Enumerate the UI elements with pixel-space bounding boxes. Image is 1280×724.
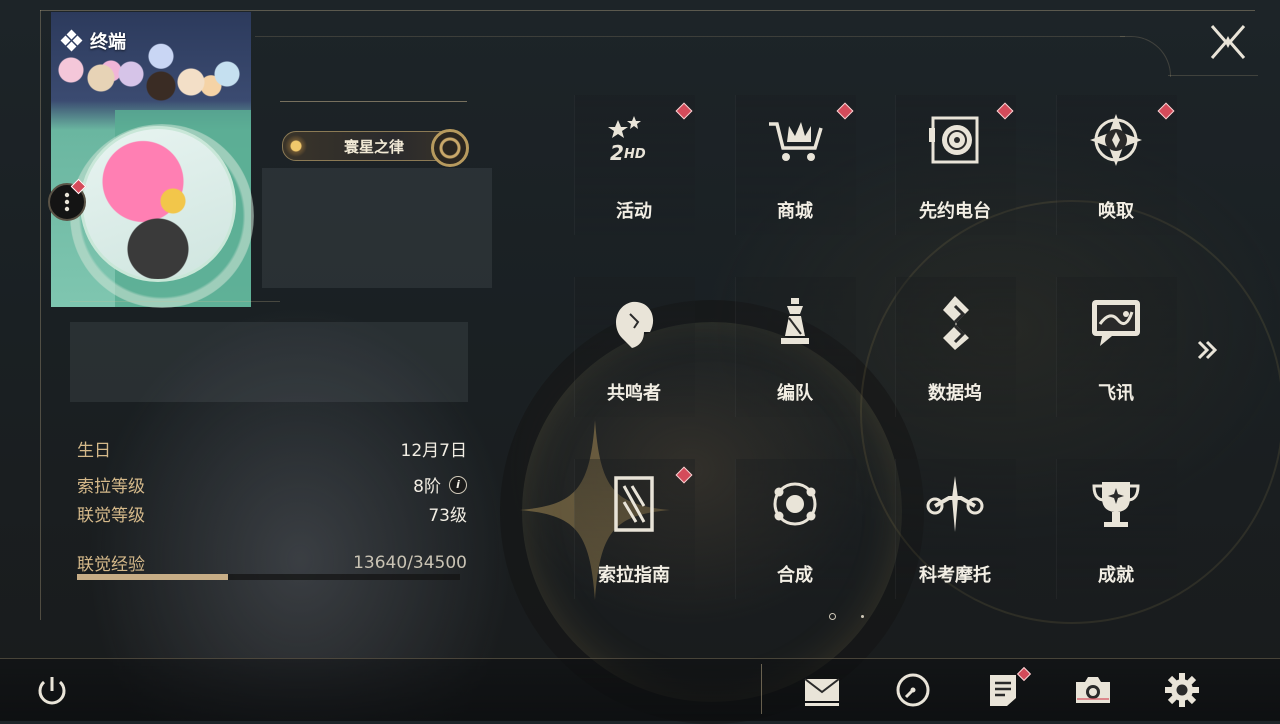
menu-tile-label: 商城 [777,201,813,222]
menu-tile-radio-record[interactable]: 先约电台 [895,95,1016,235]
terminal-diamonds-icon [60,29,83,52]
menu-tile-trophy[interactable]: 成就 [1056,459,1177,599]
blurred-name-panel [262,168,492,288]
radio-record-icon [925,110,985,170]
union-exp-fill [77,574,229,580]
menu-tile-resonator-portrait[interactable]: 共鸣者 [574,277,695,417]
menu-tile-convene-compass[interactable]: 唤取 [1056,95,1177,235]
data-dock-icon [925,292,985,352]
camera-icon[interactable] [1073,670,1113,710]
synthesis-orbit-icon [765,474,825,534]
frame-left-line [40,10,41,620]
trophy-icon [1086,474,1146,534]
sola-level-value-wrap: 8阶 i [413,472,467,497]
blurred-signature-panel [70,322,468,402]
menu-tile-shop-cart[interactable]: 商城 [735,95,856,235]
page-dot-1[interactable] [829,613,836,620]
sola-level-label: 索拉等级 [77,477,145,497]
menu-tile-label: 唤取 [1098,201,1134,222]
menu-tile-label: 先约电台 [919,201,991,222]
union-exp-bar [77,574,460,580]
shop-cart-icon [765,110,825,170]
menu-tile-label: 成就 [1098,565,1134,586]
bottom-separator [761,664,762,714]
terminal-title: 终端 [60,28,126,54]
team-chess-icon [765,292,825,352]
union-level-value: 73级 [428,506,467,526]
union-level-label: 联觉等级 [77,506,145,526]
title-divider [280,101,467,102]
title-badge[interactable]: 寰星之律 [282,129,469,167]
sola-level-value: 8阶 [413,477,441,497]
resonator-portrait-icon [604,292,664,352]
menu-tile-activity-2hd[interactable]: 2 HD 活动 [574,95,695,235]
svg-text:2: 2 [610,141,624,165]
birthday-label: 生日 [77,441,111,461]
menu-tile-chat-bubble[interactable]: 飞讯 [1056,277,1177,417]
chevron-double-right-icon[interactable] [1192,335,1222,365]
notes-icon[interactable] [983,670,1023,710]
menu-tile-label: 共鸣者 [607,383,661,404]
menu-tile-label: 索拉指南 [598,565,670,586]
motorbike-icon [925,474,985,534]
menu-tile-label: 数据坞 [928,383,982,404]
sun-icon [285,135,307,157]
card-separator [70,301,280,302]
page-dot-2[interactable] [861,615,864,618]
terminal-title-text: 终端 [90,32,126,53]
union-exp-value: 13640/34500 [353,552,467,573]
chat-bubble-icon [1086,292,1146,352]
avatar[interactable] [80,126,236,282]
birthday-value: 12月7日 [400,441,467,461]
close-icon[interactable] [1208,22,1248,62]
info-icon[interactable]: i [449,475,467,494]
guide-card-icon [604,474,664,534]
menu-tile-synthesis-orbit[interactable]: 合成 [735,459,856,599]
menu-tile-data-dock[interactable]: 数据坞 [895,277,1016,417]
union-exp-row: 联觉经验 13640/34500 [77,550,467,576]
frame-top-line [40,10,1255,11]
menu-tile-label: 飞讯 [1098,383,1134,404]
convene-compass-icon [1086,110,1146,170]
menu-tile-label: 编队 [777,383,813,404]
title-badge-label: 寰星之律 [343,137,404,156]
activity-2hd-icon: 2 HD [604,110,664,170]
frame-inner-line [255,36,1125,37]
sola-level-row: 索拉等级 8阶 i [77,472,467,497]
union-exp-label: 联觉经验 [77,555,145,575]
menu-tile-motorbike[interactable]: 科考摩托 [895,459,1016,599]
gear-icon[interactable] [1162,670,1202,710]
svg-text:HD: HD [624,147,646,162]
frame-corner [1120,36,1171,77]
menu-tile-team-chess[interactable]: 编队 [735,277,856,417]
power-icon[interactable] [32,671,72,711]
union-level-row: 联觉等级 73级 [77,501,467,526]
menu-tile-label: 科考摩托 [919,565,991,586]
birthday-row: 生日 12月7日 [77,436,467,461]
menu-tile-guide-card[interactable]: 索拉指南 [574,459,695,599]
frame-inner-line-right [1168,75,1258,76]
badge-emblem-icon [431,129,469,167]
menu-tile-label: 活动 [616,201,652,222]
mail-icon[interactable] [802,670,842,710]
clock-icon[interactable] [893,670,933,710]
menu-tile-label: 合成 [777,565,813,586]
